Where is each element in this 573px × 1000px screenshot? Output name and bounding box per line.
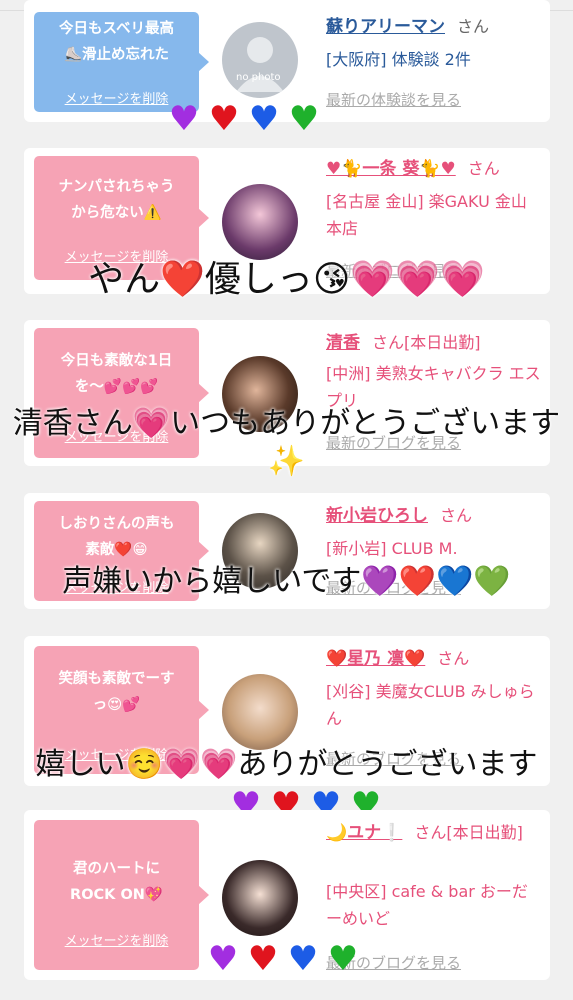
message-text: しおりさんの声も 素敵❤️😁 [58,516,175,558]
user-info: [新小岩] CLUB M. [326,539,458,558]
message-text: 今日もスベリ最高 ⛸️滑止め忘れた [59,21,174,63]
honorific: さん [440,506,473,525]
user-info: [中央区] cafe & bar おーだーめいど [326,882,528,928]
user-name-line: 清香 さん[本日出勤] [326,330,546,356]
message-bubble: 今日もスベリ最高 ⛸️滑止め忘れた メッセージを削除 [34,12,209,112]
red-heart-icon: ♥ [208,99,240,139]
user-name-link[interactable]: 新小岩ひろし [326,506,428,526]
blue-heart-icon: ♥ [287,939,319,979]
avatar[interactable]: no photo [222,22,298,98]
blue-heart-icon: ♥ [248,99,280,139]
purple-heart-icon: ♥ [168,99,200,139]
user-name-line: 蘇りアリーマン さん [326,14,546,40]
no-photo-icon [236,37,284,92]
overlay-comment: 清香さん💗いつもありがとうございます✨ [12,406,561,479]
user-info: [大阪府] 体験談 2件 [326,50,471,69]
message-text: ナンパされちゃう から危ない⚠️ [58,179,175,221]
message-bubble: 君のハートに ROCK ON💖 メッセージを削除 [34,820,209,970]
green-heart-icon: ♥ [327,939,359,979]
user-name-line: ❤️星乃 凛❤️ さん [326,646,546,672]
user-name-line: ♥🐈一条 葵🐈♥ さん [326,156,546,182]
delete-message-link[interactable]: メッセージを削除 [34,930,199,949]
avatar[interactable] [222,860,298,936]
message-text: 今日も素敵な1日 を〜💕💕💕 [60,353,173,395]
user-name-line: 新小岩ひろし さん [326,503,546,529]
honorific: さん[本日出勤] [372,333,481,352]
message-text: 君のハートに ROCK ON💖 [70,861,163,903]
user-name-link[interactable]: 🌙ユナ❕ [326,823,402,843]
heart-row: ♥ ♥ ♥ ♥ [204,940,362,978]
user-name-link[interactable]: ♥🐈一条 葵🐈♥ [326,159,456,179]
avatar[interactable] [222,674,298,750]
honorific: さん [437,649,470,668]
user-name-link[interactable]: ❤️星乃 凛❤️ [326,649,425,669]
purple-heart-icon: ♥ [207,939,239,979]
avatar[interactable] [222,184,298,260]
overlay-comment: 声嫌いから嬉しいです💜❤️💙💚 [62,564,511,599]
honorific: さん [467,159,500,178]
honorific: さん[本日出勤] [414,823,523,842]
red-heart-icon: ♥ [247,939,279,979]
user-name-line: 🌙ユナ❕ さん[本日出勤] [326,820,546,846]
user-name-link[interactable]: 蘇りアリーマン [326,17,445,37]
no-photo-label: no photo [236,72,281,83]
heart-row: ♥ ♥ ♥ ♥ [165,100,323,138]
user-info: [名古屋 金山] 楽GAKU 金山本店 [326,192,527,238]
overlay-comment: 嬉しい☺️💗💗ありがとうございます [35,747,538,782]
user-name-link[interactable]: 清香 [326,333,360,353]
latest-post-link[interactable]: 最新の体験談を見る [326,89,461,110]
user-info: [刈谷] 美魔女CLUB みしゅらん [326,682,535,728]
message-text: 笑顔も素敵でーす っ😍💕 [58,671,175,713]
green-heart-icon: ♥ [288,99,320,139]
honorific: さん [457,17,490,36]
overlay-comment: やん❤️優しっ😘💗💗💗 [88,259,485,300]
